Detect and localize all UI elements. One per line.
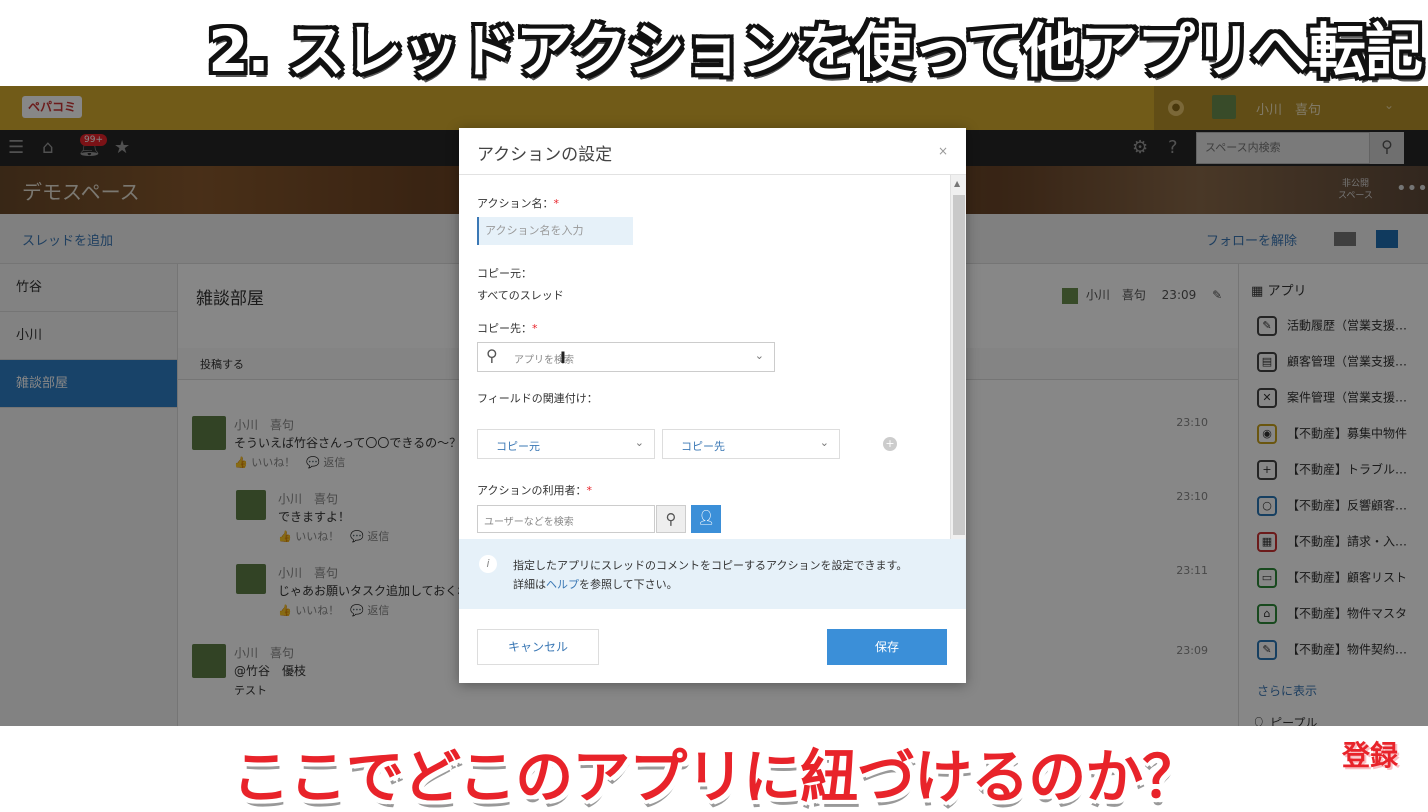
source-label: コピー元： [477,267,532,280]
action-settings-dialog: アクションの設定 × アクション名：* アクション名を入力 コピー元： すべての… [459,128,966,683]
field-dest-value: コピー先 [681,440,725,453]
chevron-down-icon: ⌄ [819,436,829,449]
scroll-up-icon[interactable]: ▲ [954,179,960,188]
app-search-select[interactable]: ⚲ アプリを検索 ⌄ [477,342,775,372]
field-source-value: コピー元 [496,440,540,453]
dest-label: コピー先：* [477,322,538,335]
caption-bottom-text: ここでどこのアプリに紐づけるのか？ [232,743,1200,811]
field-source-select[interactable]: コピー元 ⌄ [477,429,655,459]
field-mapping-label: フィールドの関連付け： [477,392,598,405]
user-search-placeholder: ユーザーなどを検索 [484,517,574,528]
user-search-input[interactable]: ユーザーなどを検索 [477,505,655,533]
field-dest-select[interactable]: コピー先 ⌄ [662,429,840,459]
search-icon: ⚲ [486,346,498,365]
chevron-down-icon: ⌄ [754,349,764,362]
info-icon: i [479,555,497,573]
help-link[interactable]: ヘルプ [546,578,579,591]
close-icon[interactable]: × [938,144,948,158]
dialog-body: アクション名：* アクション名を入力 コピー元： すべてのスレッド コピー先：*… [459,175,966,539]
text-cursor-icon: I [560,348,566,367]
action-name-label: アクション名：* [477,197,559,210]
caption-top: 2. スレッドアクションを使って他アプリへ転記 [0,0,1428,86]
info-box: i 指定したアプリにスレッドのコメントをコピーするアクションを設定できます。 詳… [459,539,966,609]
save-button[interactable]: 保存 [827,629,947,665]
caption-bottom: ここでどこのアプリに紐づけるのか？ 登録 [0,726,1428,812]
scrollbar-thumb[interactable] [953,195,965,535]
info-text-line2: 詳細はヘルプを参照して下さい。 [513,578,678,591]
info-text-line1: 指定したアプリにスレッドのコメントをコピーするアクションを設定できます。 [513,559,908,572]
add-field-icon[interactable]: + [883,437,897,451]
dialog-title: アクションの設定 [477,145,613,165]
user-picker-icon[interactable]: 👤︎ [691,505,721,533]
caption-top-text: 2. スレッドアクションを使って他アプリへ転記 [208,17,1423,85]
dialog-scrollbar[interactable]: ▲ [950,175,966,539]
search-icon[interactable]: ⚲ [656,505,686,533]
source-value: すべてのスレッド [477,289,564,302]
action-name-input[interactable]: アクション名を入力 [477,217,633,245]
cancel-button[interactable]: キャンセル [477,629,599,665]
subscribe-badge[interactable]: 登録 [1342,734,1398,774]
chevron-down-icon: ⌄ [634,436,644,449]
users-label: アクションの利用者：* [477,484,592,497]
